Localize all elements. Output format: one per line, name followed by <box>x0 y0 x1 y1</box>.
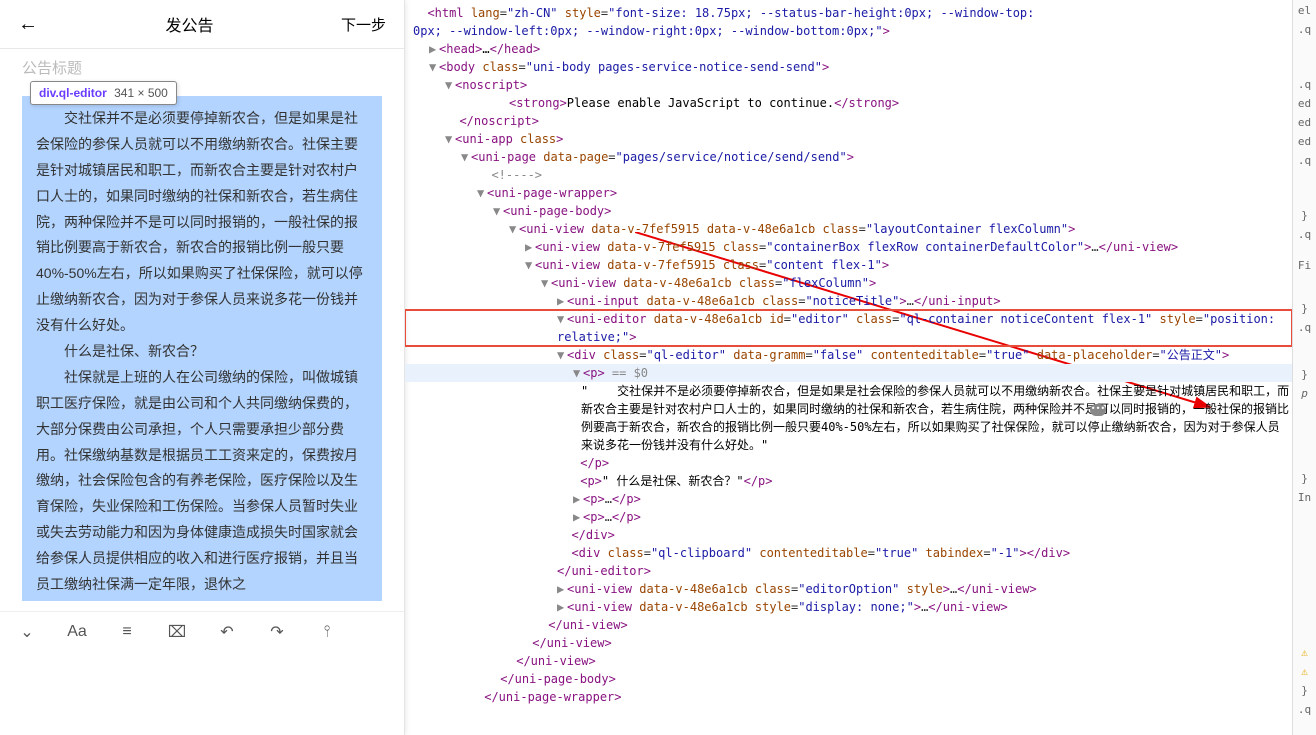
dom-node[interactable]: ▶<uni-view data-v-7fef5915 class="contai… <box>405 238 1292 256</box>
dom-node: <strong>Please enable JavaScript to cont… <box>405 94 1292 112</box>
dom-node[interactable]: ▼<uni-app class> <box>405 130 1292 148</box>
ql-editor[interactable]: 交社保并不是必须要停掉新农合，但是如果是社会保险的参保人员就可以不用缴纳新农合。… <box>22 96 382 601</box>
dom-node[interactable]: ▼<uni-view data-v-48e6a1cb class="flexCo… <box>405 274 1292 292</box>
dom-node[interactable]: ▼<uni-view data-v-7fef5915 data-v-48e6a1… <box>405 220 1292 238</box>
dom-node[interactable]: ▶<uni-input data-v-48e6a1cb class="notic… <box>405 292 1292 310</box>
rail-item: el <box>1298 4 1311 17</box>
editor-toolbar: ⌄ Aa ≡ ⌧ ↶ ↷ ⫯ <box>0 611 404 652</box>
dom-node: </div> <box>405 526 1292 544</box>
dom-node[interactable]: ▶<uni-view data-v-48e6a1cb class="editor… <box>405 580 1292 598</box>
rail-item: ed <box>1298 97 1311 110</box>
editor-paragraph: 社保就是上班的人在公司缴纳的保险，叫做城镇职工医疗保险，就是由公司和个人共同缴纳… <box>36 365 368 598</box>
dom-node: </uni-view> <box>405 616 1292 634</box>
dom-node: </uni-page-wrapper> <box>405 688 1292 706</box>
dom-node[interactable]: ▼<uni-page-wrapper> <box>405 184 1292 202</box>
dom-node[interactable]: ▶<p>…</p> <box>405 490 1292 508</box>
rail-item: } <box>1301 302 1308 315</box>
dom-node[interactable]: <html lang="zh-CN" style="font-size: 18.… <box>405 4 1292 40</box>
font-size-icon[interactable]: Aa <box>64 623 90 641</box>
list-icon[interactable]: ≡ <box>114 623 140 641</box>
inspector-tooltip: div.ql-editor 341 × 500 <box>30 81 177 105</box>
dom-node[interactable]: ▶<head>…</head> <box>405 40 1292 58</box>
rail-item: .q <box>1298 321 1311 334</box>
marker-icon[interactable]: ⫯ <box>314 623 340 641</box>
dom-node: <!----> <box>405 166 1292 184</box>
image-icon[interactable]: ⌧ <box>164 622 190 642</box>
mobile-preview: ← 发公告 下一步 公告标题 div.ql-editor 341 × 500 交… <box>0 0 405 735</box>
dom-node: </p> <box>405 454 1292 472</box>
redo-icon[interactable]: ↷ <box>264 622 290 642</box>
rail-item: .q <box>1298 23 1311 36</box>
back-icon[interactable]: ← <box>18 13 38 36</box>
dom-node: </noscript> <box>405 112 1292 130</box>
dom-node[interactable]: ▼<uni-view data-v-7fef5915 class="conten… <box>405 256 1292 274</box>
elements-inspector: <html lang="zh-CN" style="font-size: 18.… <box>405 0 1316 735</box>
rail-item: ed <box>1298 116 1311 129</box>
tooltip-dimensions: 341 × 500 <box>114 86 168 100</box>
rail-item: .q <box>1298 703 1311 716</box>
dom-text: " 交社保并不是必须要停掉新农合，但是如果是社会保险的参保人员就可以不用缴纳新农… <box>405 382 1292 454</box>
dom-node[interactable]: ▼<uni-page data-page="pages/service/noti… <box>405 148 1292 166</box>
rail-item: .q <box>1298 228 1311 241</box>
title-input-area[interactable]: 公告标题 div.ql-editor 341 × 500 <box>0 49 404 78</box>
rail-item: } <box>1301 472 1308 485</box>
rail-item: In <box>1298 491 1311 504</box>
styles-rail: el .q .q ed ed ed .q } .q Fi } .q } p } … <box>1292 0 1316 735</box>
rail-item: .q <box>1298 154 1311 167</box>
rail-item: .q <box>1298 78 1311 91</box>
overflow-dots-icon[interactable]: ••• <box>1090 404 1106 416</box>
dom-node: </uni-view> <box>405 652 1292 670</box>
dom-node[interactable]: ▼<div class="ql-editor" data-gramm="fals… <box>405 346 1292 364</box>
undo-icon[interactable]: ↶ <box>214 622 240 642</box>
rail-item: ed <box>1298 135 1311 148</box>
rail-item: Fi <box>1298 259 1311 272</box>
rail-item: } <box>1301 368 1308 381</box>
rail-item: } <box>1301 209 1308 222</box>
rail-item: p <box>1301 387 1308 400</box>
dom-node: </uni-page-body> <box>405 670 1292 688</box>
dom-node[interactable]: <p>" 什么是社保、新农合？"</p> <box>405 472 1292 490</box>
editor-paragraph: 什么是社保、新农合？ <box>36 339 368 365</box>
title-placeholder: 公告标题 <box>22 60 82 77</box>
dom-node: </uni-editor> <box>405 562 1292 580</box>
tooltip-selector: div.ql-editor <box>39 86 107 100</box>
editor-paragraph: 交社保并不是必须要停掉新农合，但是如果是社会保险的参保人员就可以不用缴纳新农合。… <box>36 106 368 339</box>
dom-node[interactable]: ▶<uni-view data-v-48e6a1cb style="displa… <box>405 598 1292 616</box>
dom-node[interactable]: ▼<noscript> <box>405 76 1292 94</box>
dom-node[interactable]: ▼<body class="uni-body pages-service-not… <box>405 58 1292 76</box>
dom-node-highlighted[interactable]: ▼<uni-editor data-v-48e6a1cb id="editor"… <box>405 310 1292 346</box>
dom-node-selected[interactable]: ▼<p> == $0 <box>405 364 1292 382</box>
mobile-header: ← 发公告 下一步 <box>0 0 404 49</box>
dom-node[interactable]: ▶<p>…</p> <box>405 508 1292 526</box>
next-button[interactable]: 下一步 <box>341 14 386 35</box>
warning-icon: ⚠ <box>1301 665 1308 678</box>
dom-node[interactable]: ▼<uni-page-body> <box>405 202 1292 220</box>
dom-tree[interactable]: <html lang="zh-CN" style="font-size: 18.… <box>405 0 1292 735</box>
dom-node[interactable]: <div class="ql-clipboard" contenteditabl… <box>405 544 1292 562</box>
page-title: 发公告 <box>165 12 213 36</box>
rail-item: } <box>1301 684 1308 697</box>
chevron-down-icon[interactable]: ⌄ <box>14 622 40 642</box>
dom-node: </uni-view> <box>405 634 1292 652</box>
warning-icon: ⚠ <box>1301 646 1308 659</box>
